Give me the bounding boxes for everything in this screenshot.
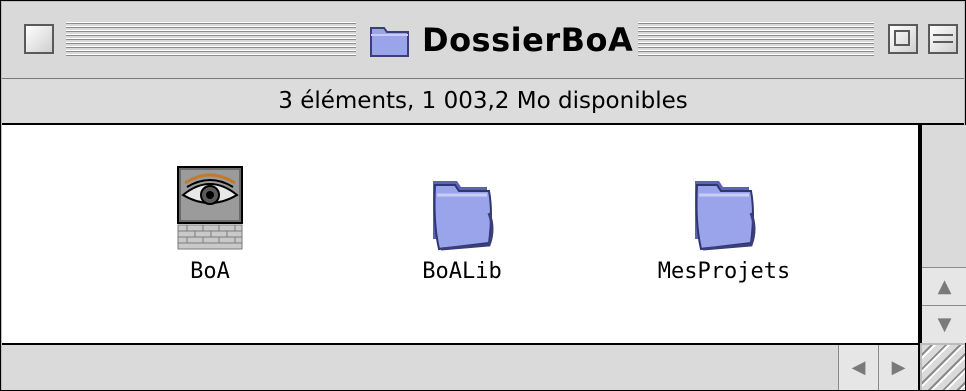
- file-item-mesprojets[interactable]: MesProjets: [634, 161, 814, 284]
- vertical-scrollbar[interactable]: ▲ ▼: [920, 125, 966, 343]
- horizontal-scrollbar[interactable]: ◀ ▶: [2, 345, 920, 390]
- resize-grip[interactable]: [922, 345, 965, 390]
- scroll-down-arrow-icon[interactable]: ▼: [922, 305, 966, 343]
- file-label: BoALib: [422, 259, 502, 284]
- folder-icon: [695, 181, 756, 251]
- folder-icon: [370, 27, 409, 57]
- file-label: MesProjets: [657, 259, 791, 284]
- window-title-group: DossierBoA: [368, 14, 633, 66]
- title-bar[interactable]: DossierBoA: [2, 2, 964, 79]
- scroll-left-arrow-icon[interactable]: ◀: [838, 345, 878, 390]
- title-stripes-left: [66, 22, 356, 58]
- status-text: 3 éléments, 1 003,2 Mo disponibles: [278, 88, 688, 114]
- title-stripes-right: [638, 22, 874, 58]
- zoom-box[interactable]: [888, 24, 918, 54]
- file-item-boa[interactable]: BoA: [120, 161, 300, 284]
- folder-icon: [433, 181, 494, 251]
- file-item-boalib[interactable]: BoALib: [372, 161, 552, 284]
- collapse-box[interactable]: [928, 24, 958, 54]
- file-label: BoA: [190, 259, 230, 284]
- scroll-up-arrow-icon[interactable]: ▲: [922, 267, 966, 305]
- scroll-right-arrow-icon[interactable]: ▶: [878, 345, 918, 390]
- finder-window: DossierBoA 3 éléments, 1 003,2 Mo dispon…: [0, 0, 966, 391]
- folder-content: BoA BoALib MesProjets: [2, 125, 920, 345]
- window-title: DossierBoA: [422, 21, 634, 59]
- close-box[interactable]: [24, 24, 54, 54]
- boa-app-icon: [177, 166, 243, 250]
- info-header: 3 éléments, 1 003,2 Mo disponibles: [2, 79, 964, 125]
